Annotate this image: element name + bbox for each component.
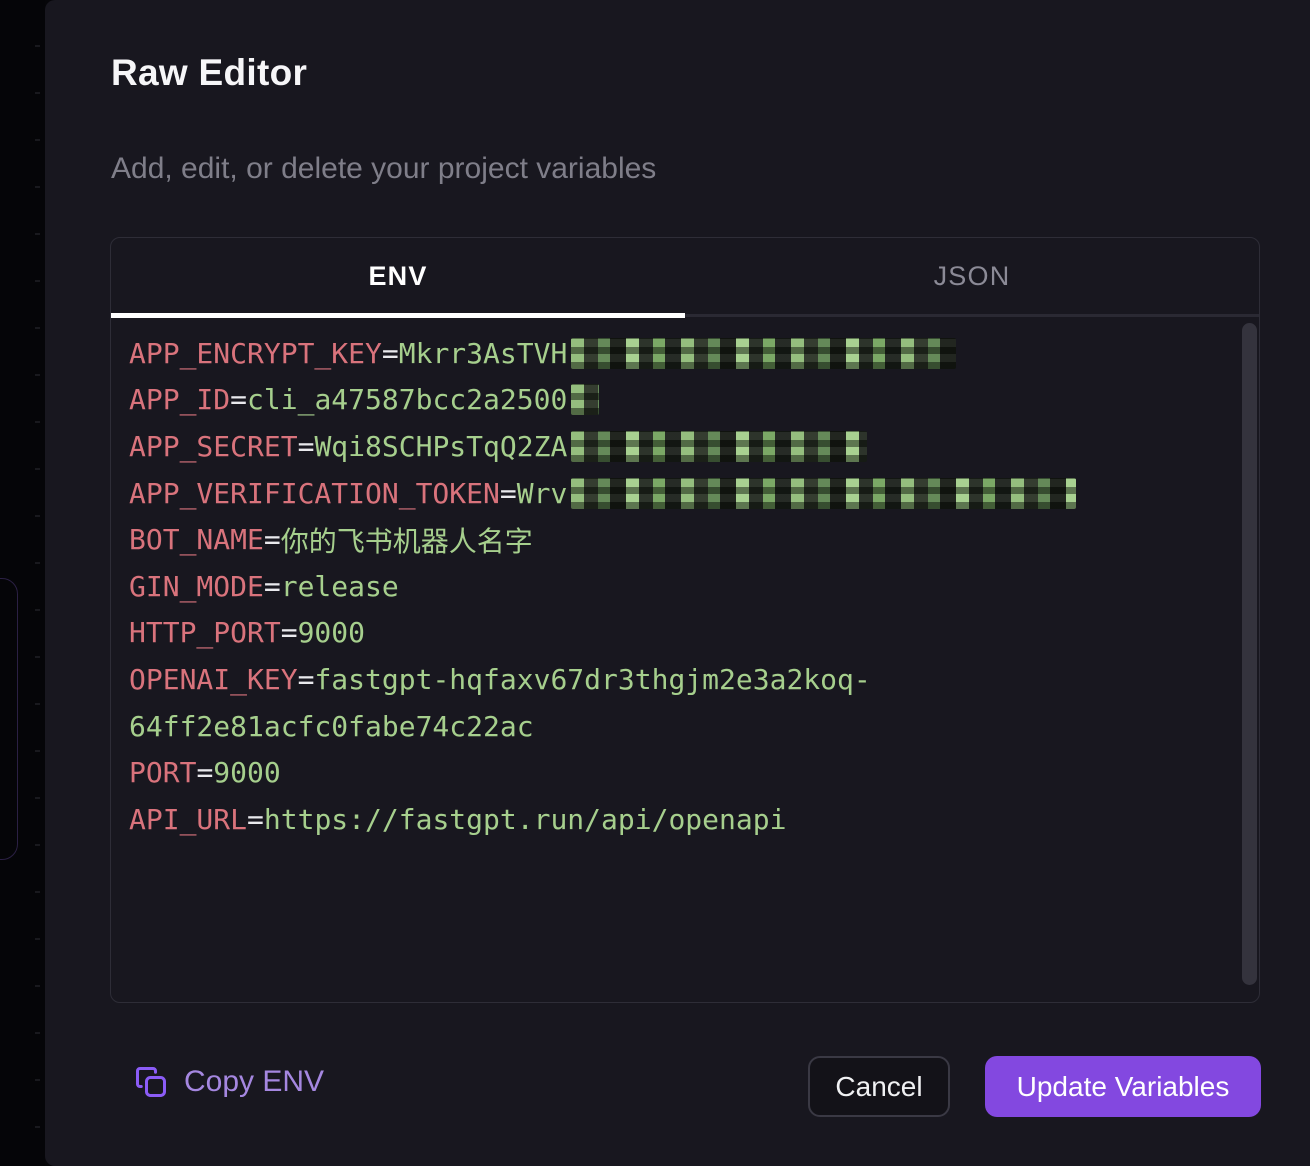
tab-env[interactable]: ENV [111,238,685,314]
env-line: APP_ENCRYPT_KEY=Mkrr3AsTVH [129,330,1239,377]
redacted-value [571,338,956,369]
editor-scrollbar[interactable] [1242,323,1257,985]
redacted-value [571,384,599,415]
variables-editor-card: ENV JSON APP_ENCRYPT_KEY=Mkrr3AsTVHAPP_I… [110,237,1260,1003]
env-code[interactable]: APP_ENCRYPT_KEY=Mkrr3AsTVHAPP_ID=cli_a47… [111,320,1259,1002]
env-key: HTTP_PORT [129,616,281,649]
env-value: Mkrr3AsTVH [399,337,568,370]
env-key: BOT_NAME [129,523,264,556]
env-value: https://fastgpt.run/api/openapi [264,803,787,836]
env-equals: = [247,803,264,836]
env-line: APP_VERIFICATION_TOKEN=Wrv [129,470,1239,517]
copy-env-button[interactable]: Copy ENV [133,1064,324,1100]
redacted-value [571,431,867,462]
env-equals: = [264,570,281,603]
env-value: cli_a47587bcc2a2500 [247,383,567,416]
editor-tab-bar: ENV JSON [111,238,1259,317]
env-key: OPENAI_KEY [129,663,298,696]
copy-env-label: Copy ENV [184,1065,324,1099]
env-line: GIN_MODE=release [129,563,1239,610]
env-equals: = [500,477,517,510]
background-tick-marks [35,0,40,1166]
env-line: BOT_NAME=你的飞书机器人名字 [129,516,1239,563]
raw-editor-modal: Raw Editor Add, edit, or delete your pro… [45,0,1310,1166]
page-subtitle: Add, edit, or delete your project variab… [111,152,656,186]
env-value: fastgpt-hqfaxv67dr3thgjm2e3a2koq- [314,663,870,696]
env-value: 你的飞书机器人名字 [281,520,533,560]
env-key: PORT [129,756,196,789]
redacted-value [571,478,1076,509]
env-equals: = [298,430,315,463]
env-line: HTTP_PORT=9000 [129,610,1239,657]
env-value: release [281,570,399,603]
cancel-button[interactable]: Cancel [808,1056,950,1117]
tab-json[interactable]: JSON [685,238,1259,314]
env-line: API_URL=https://fastgpt.run/api/openapi [129,796,1239,843]
env-key: GIN_MODE [129,570,264,603]
env-equals: = [298,663,315,696]
env-equals: = [230,383,247,416]
env-line: 64ff2e81acfc0fabe74c22ac [129,703,1239,750]
env-value: 64ff2e81acfc0fabe74c22ac [129,710,534,743]
env-equals: = [382,337,399,370]
env-line: PORT=9000 [129,749,1239,796]
env-key: API_URL [129,803,247,836]
env-value: Wqi8SCHPsTqQ2ZA [314,430,567,463]
env-equals: = [281,616,298,649]
env-equals: = [264,523,281,556]
background-card-fragment [0,578,18,860]
env-key: APP_SECRET [129,430,298,463]
env-value: 9000 [298,616,365,649]
update-variables-button[interactable]: Update Variables [985,1056,1261,1117]
env-key: APP_ENCRYPT_KEY [129,337,382,370]
env-line: APP_SECRET=Wqi8SCHPsTqQ2ZA [129,423,1239,470]
env-value: Wrv [517,477,568,510]
env-equals: = [196,756,213,789]
env-value: 9000 [213,756,280,789]
page-title: Raw Editor [111,52,307,94]
env-key: APP_ID [129,383,230,416]
env-key: APP_VERIFICATION_TOKEN [129,477,500,510]
env-line: APP_ID=cli_a47587bcc2a2500 [129,377,1239,424]
env-line: OPENAI_KEY=fastgpt-hqfaxv67dr3thgjm2e3a2… [129,656,1239,703]
page-background-strip [0,0,45,1166]
copy-icon [133,1064,169,1100]
